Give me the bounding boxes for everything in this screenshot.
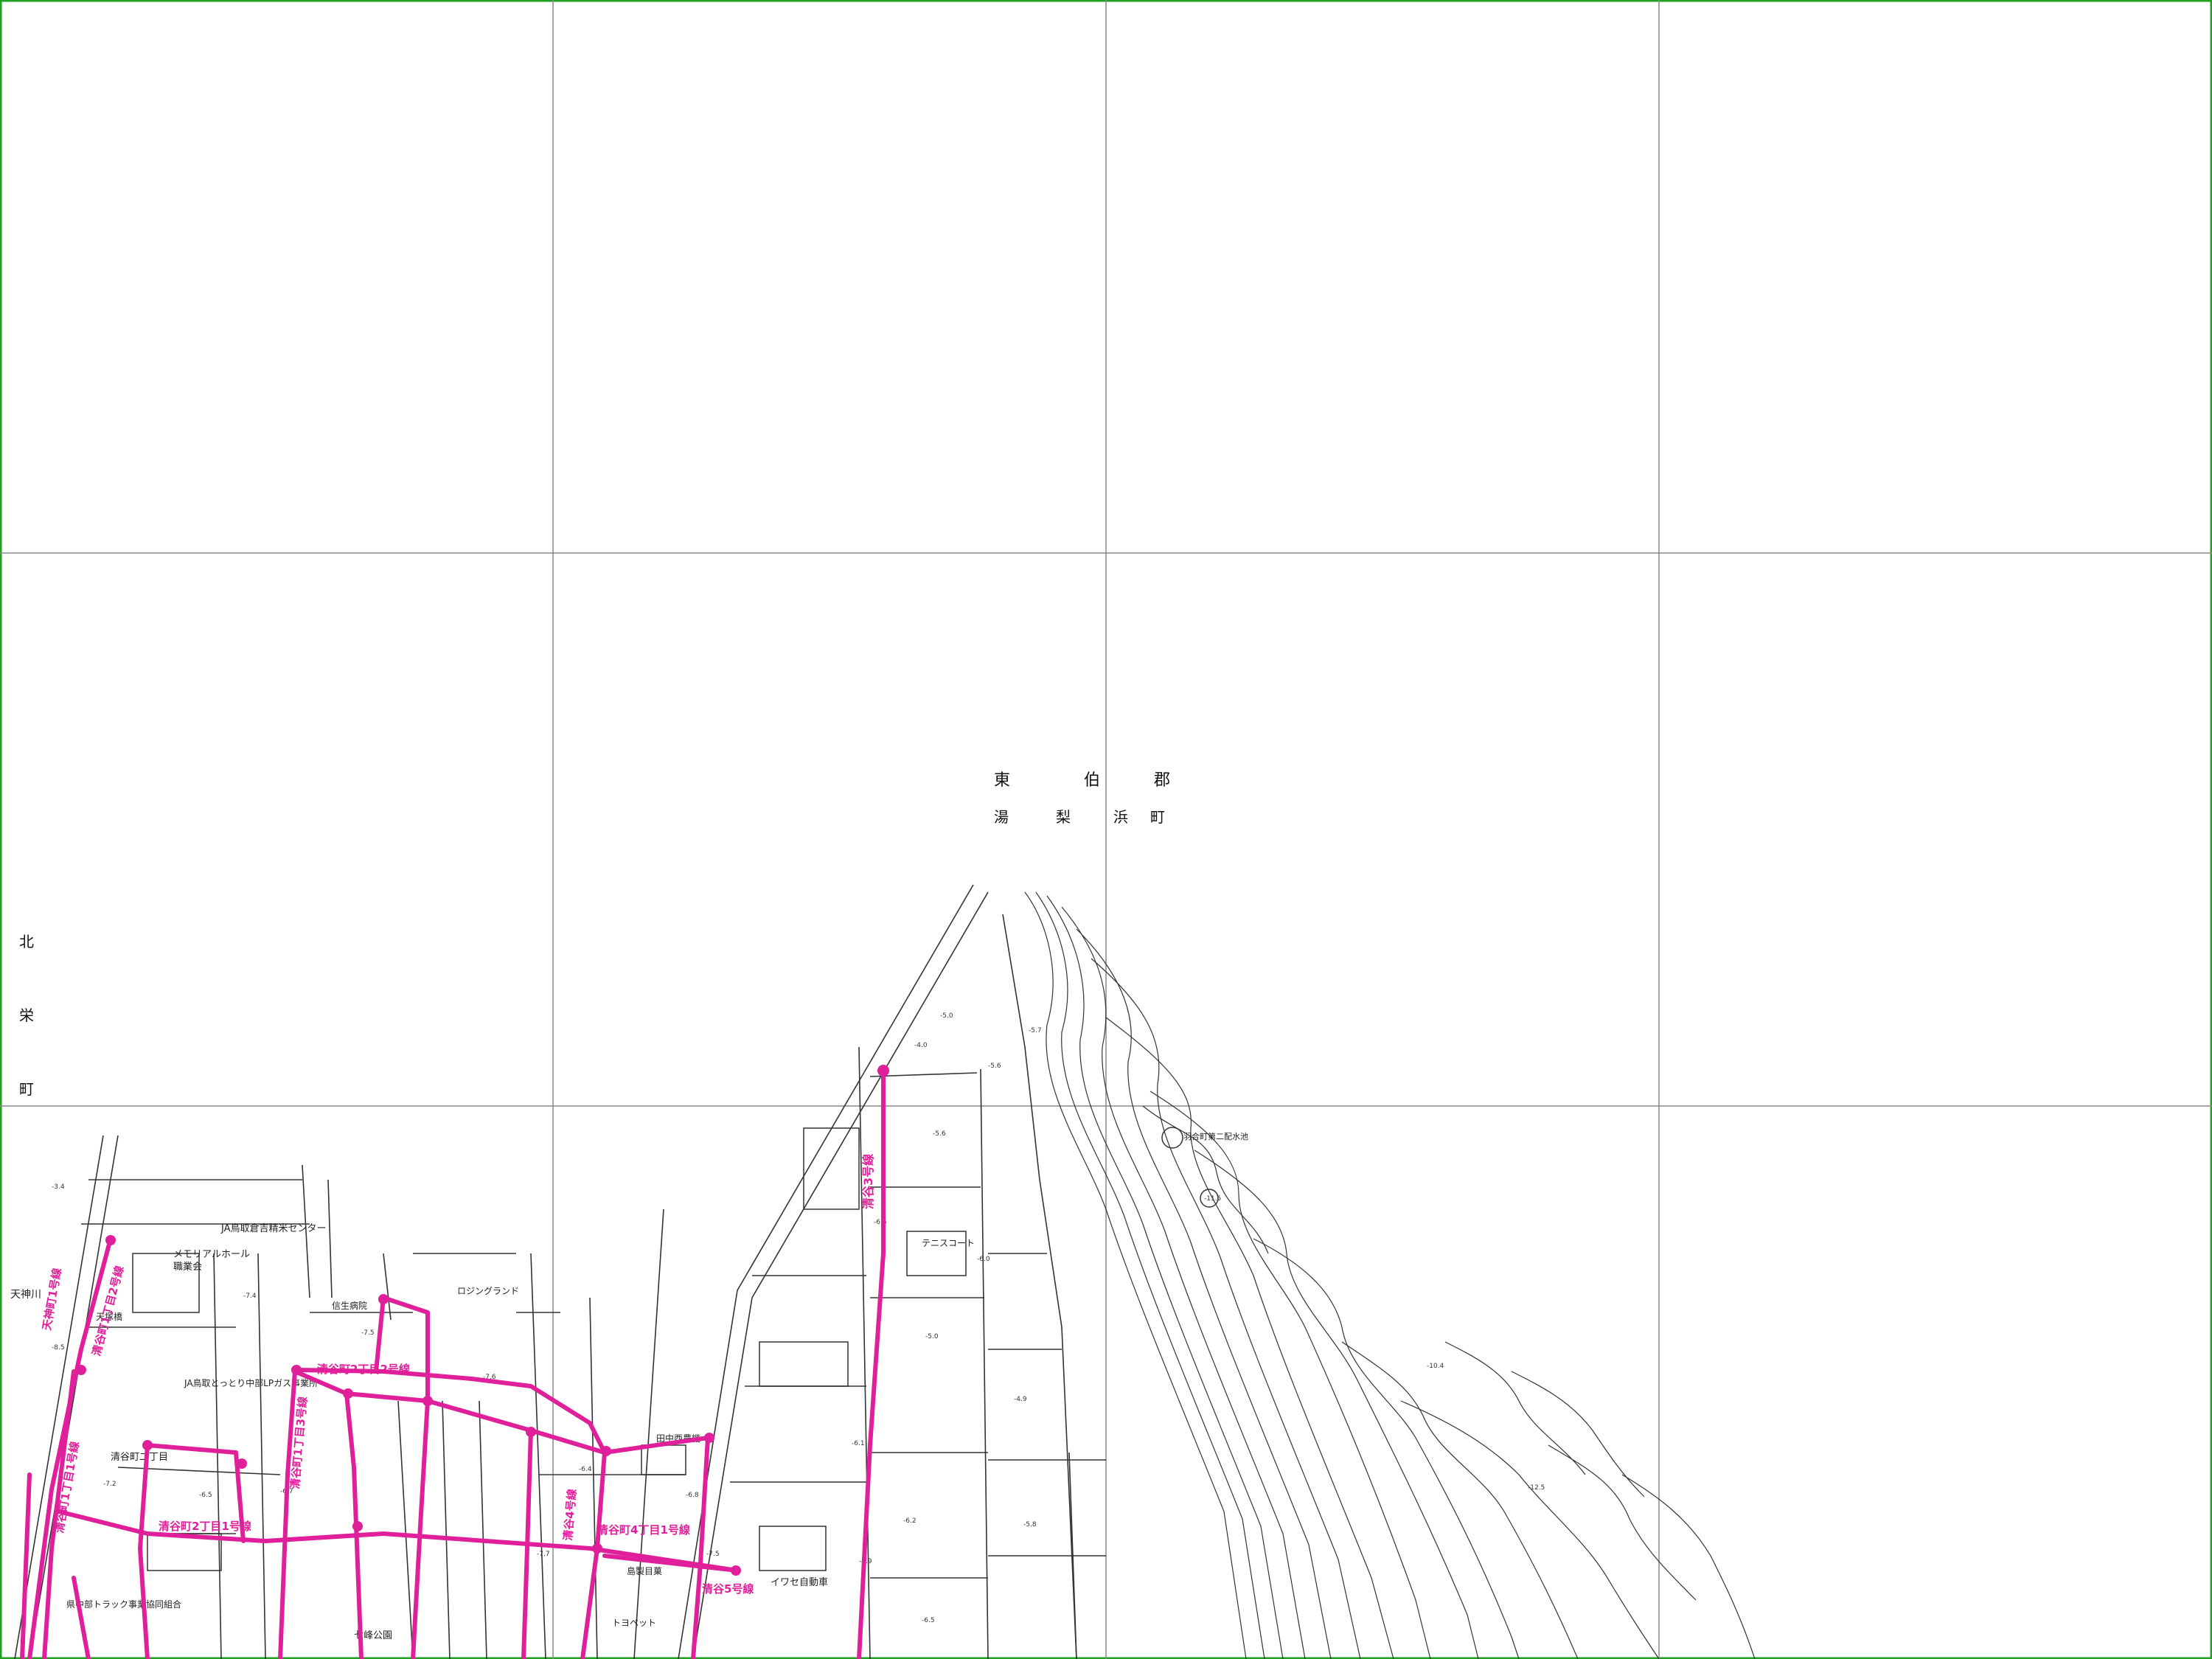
route-label-r7: 清谷5号線 <box>702 1582 754 1596</box>
svg-text:-7.7: -7.7 <box>537 1551 550 1558</box>
route-line-r13 <box>138 1443 150 1659</box>
svg-text:栄: 栄 <box>19 1006 34 1024</box>
svg-text:湯: 湯 <box>994 808 1009 826</box>
svg-text:-5.8: -5.8 <box>1023 1521 1037 1528</box>
svg-text:浜: 浜 <box>1113 808 1128 826</box>
place-label-toyopet: トヨペット <box>612 1618 656 1628</box>
svg-text:-5.7: -5.7 <box>1029 1027 1042 1034</box>
svg-text:-7.4: -7.4 <box>243 1293 257 1300</box>
district-west-town-label: 北 栄 町 <box>19 933 34 1098</box>
route-label-r10: 清谷町4丁目1号線 <box>597 1523 690 1537</box>
place-label-memorial: メモリアルホール <box>173 1249 250 1260</box>
place-label-hospital: 信生病院 <box>332 1300 367 1311</box>
route-line-r6 <box>278 1369 297 1659</box>
svg-text:伯: 伯 <box>1084 771 1100 790</box>
place-label-river: 天神川 <box>10 1289 41 1301</box>
route-label-r5: 清谷町2丁目2号線 <box>317 1363 410 1376</box>
svg-text:-6.0: -6.0 <box>977 1256 990 1263</box>
svg-text:町: 町 <box>19 1080 34 1098</box>
place-label-iwase: イワセ自動車 <box>771 1577 828 1588</box>
place-label-truck: 県中部トラック事業協同組合 <box>66 1599 181 1610</box>
district-town-label: 湯 梨 浜 町 <box>994 808 1165 826</box>
place-label-ceremony: 職業会 <box>173 1261 202 1273</box>
svg-text:-6.1: -6.1 <box>852 1440 865 1447</box>
route-line-r8 <box>411 1399 430 1659</box>
svg-text:-4.9: -4.9 <box>1014 1396 1027 1403</box>
svg-text:-6.8: -6.8 <box>686 1492 699 1499</box>
svg-text:-11.5: -11.5 <box>1204 1195 1221 1203</box>
svg-text:-7.5: -7.5 <box>706 1551 720 1558</box>
route-label-r2: 清谷町1丁目2号線 <box>89 1265 126 1357</box>
elevation-points: -5.0 -5.6 -5.6 -6.5 -6.0 -5.0 -4.9 -7.4 … <box>52 1012 1545 1624</box>
place-label-gas: JA鳥取とっとり中部LPガス事業所 <box>184 1377 318 1388</box>
svg-text:-6.5: -6.5 <box>922 1617 935 1624</box>
place-label-shop: 島製目菓 <box>627 1565 662 1576</box>
route-label-r9: 天神町1号線 <box>40 1267 64 1331</box>
map-canvas[interactable]: 東 伯 郡 湯 梨 浜 町 北 栄 町 メモリアルホール 職業会 JA鳥取倉吉精… <box>0 0 2212 1659</box>
svg-text:北: 北 <box>19 933 34 950</box>
svg-text:郡: 郡 <box>1154 771 1170 790</box>
route-line-r15 <box>374 1295 386 1374</box>
route-line-r19 <box>72 1576 91 1659</box>
route-line-r18 <box>20 1472 32 1659</box>
place-label-tennis: テニスコート <box>922 1238 975 1248</box>
route-label-r4: 清谷町2丁目1号線 <box>159 1520 251 1533</box>
map-grid <box>0 0 2212 1659</box>
svg-text:梨: 梨 <box>1056 808 1071 826</box>
route-label-r8: 清谷4号線 <box>561 1489 579 1542</box>
place-label-ja-center: JA鳥取倉吉精米センター <box>220 1223 327 1234</box>
route-label-r1: 清谷3号線 <box>861 1154 875 1209</box>
svg-text:-5.6: -5.6 <box>988 1062 1001 1070</box>
svg-text:-3.4: -3.4 <box>52 1183 65 1191</box>
svg-text:-12.5: -12.5 <box>1528 1484 1545 1492</box>
svg-text:-7.5: -7.5 <box>361 1329 375 1337</box>
svg-text:東: 東 <box>994 771 1010 790</box>
route-labels: 清谷3号線 清谷町1丁目2号線 清谷町1丁目1号線 清谷町2丁目1号線 清谷町2… <box>40 1154 875 1596</box>
svg-text:-6.5: -6.5 <box>199 1492 212 1499</box>
svg-text:-8.5: -8.5 <box>52 1344 65 1352</box>
place-label-ground: ロジングランド <box>457 1286 519 1296</box>
district-county-label: 東 伯 郡 <box>994 771 1170 790</box>
svg-text:-5.0: -5.0 <box>940 1012 953 1020</box>
svg-text:-5.6: -5.6 <box>933 1130 946 1138</box>
contour-lines <box>1024 891 1756 1659</box>
place-label-shrine: 羽合町第二配水池 <box>1183 1131 1248 1141</box>
svg-text:-4.0: -4.0 <box>914 1042 928 1049</box>
svg-text:町: 町 <box>1150 808 1165 826</box>
svg-text:-6.4: -6.4 <box>579 1466 592 1473</box>
svg-text:-6.2: -6.2 <box>903 1517 917 1525</box>
svg-text:-7.2: -7.2 <box>103 1481 116 1488</box>
svg-text:-5.0: -5.0 <box>925 1333 939 1340</box>
svg-text:-10.4: -10.4 <box>1427 1363 1444 1370</box>
place-label-kiyoya-town: 清谷町二丁目 <box>111 1452 168 1463</box>
route-line-r17 <box>602 1554 740 1573</box>
route-line-r11 <box>691 1436 710 1659</box>
